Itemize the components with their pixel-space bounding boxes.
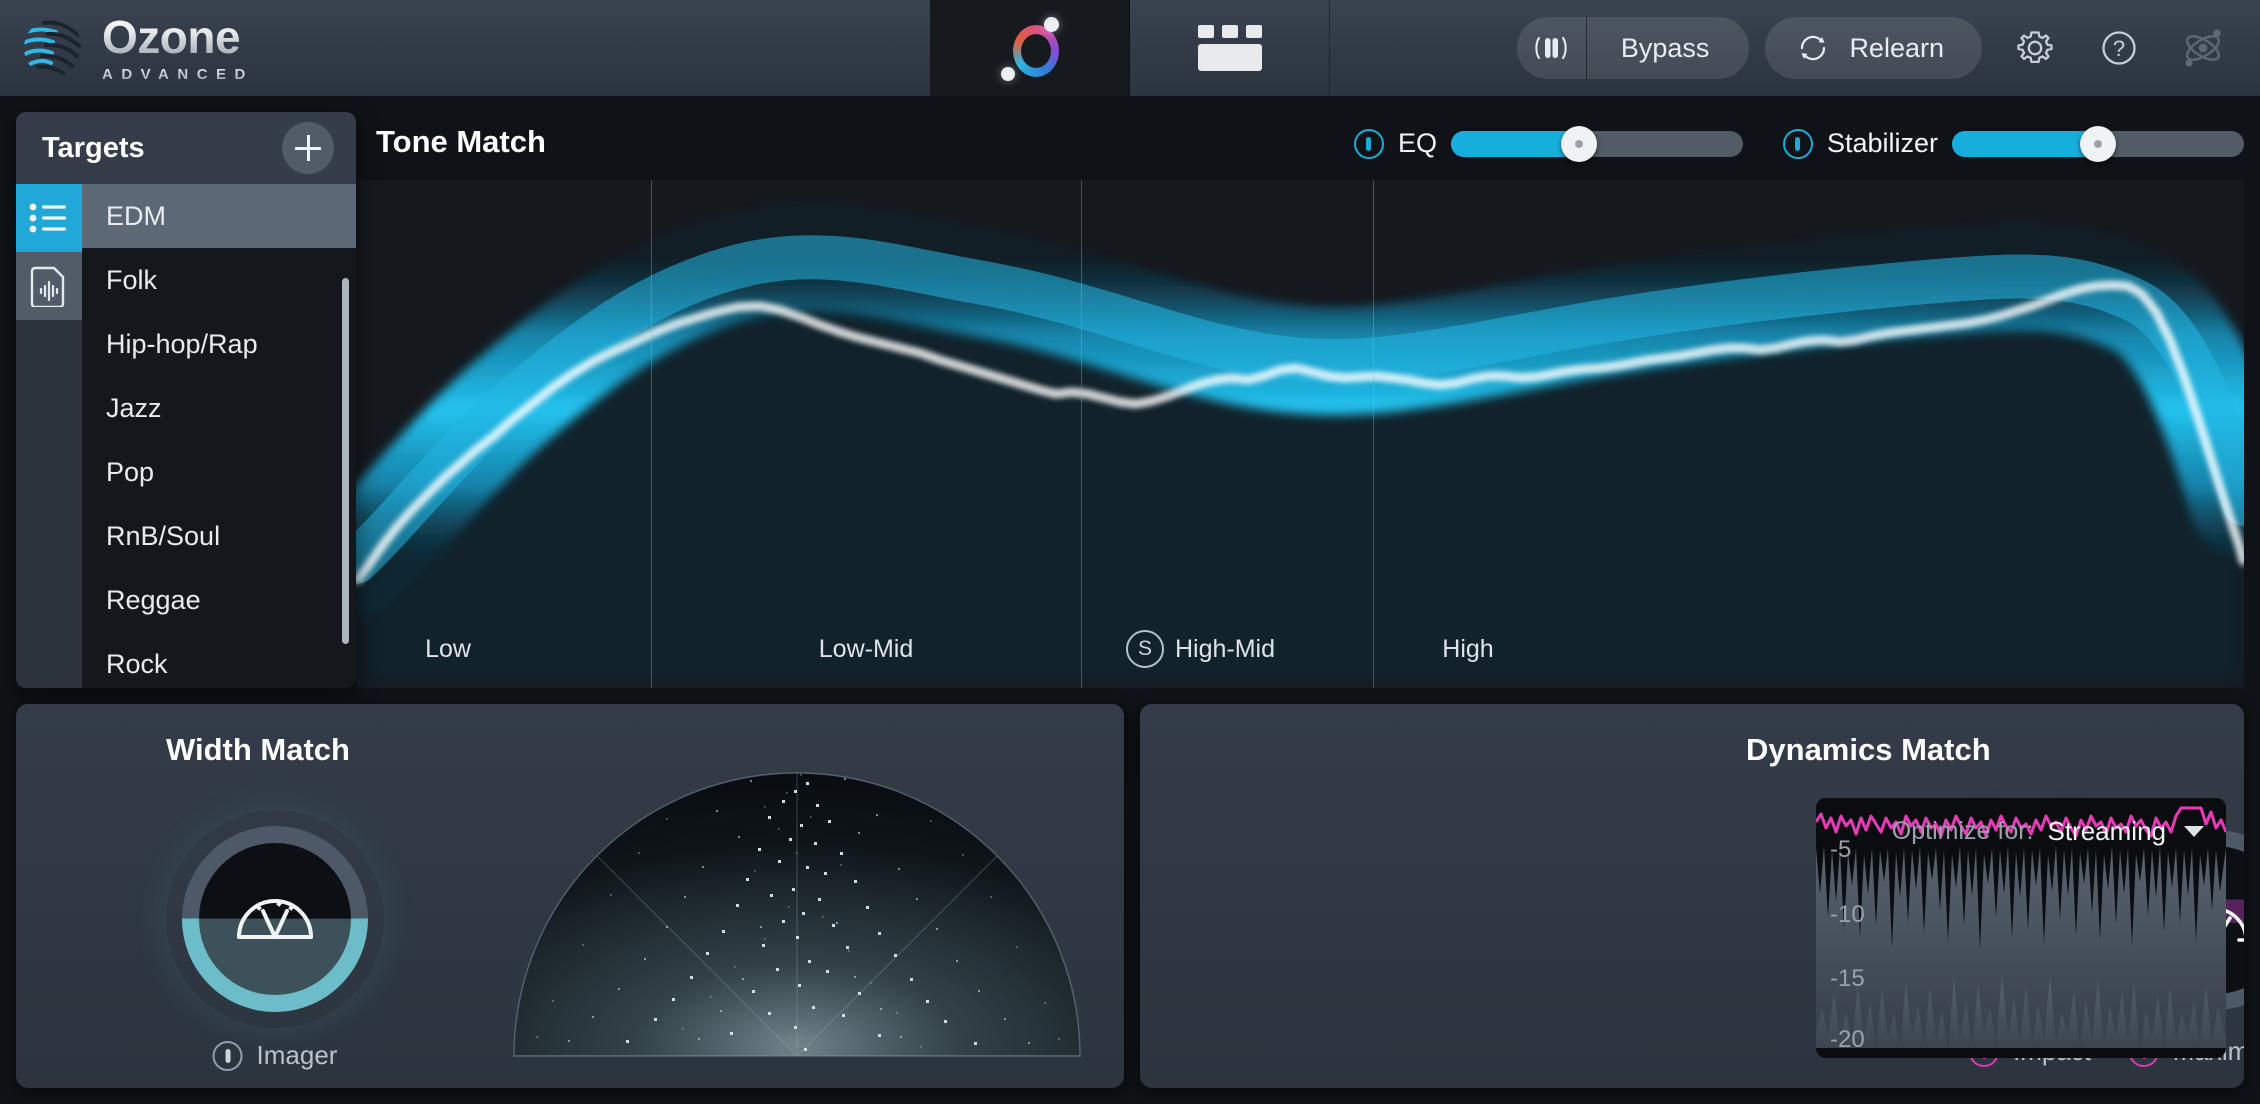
refresh-circular-icon xyxy=(1801,35,1826,61)
eq-slider-group: EQ xyxy=(1353,125,1743,162)
stabilizer-slider-group: Stabilizer xyxy=(1782,125,2244,162)
targets-sidebar: Targets EDM Folk Hip-hop/Rap Jazz Pop Rn… xyxy=(16,112,356,688)
tab-master-assistant[interactable] xyxy=(930,0,1130,96)
targets-title: Targets xyxy=(42,131,145,164)
eq-label: EQ xyxy=(1397,128,1437,158)
optimize-for-value[interactable]: Streaming xyxy=(2048,816,2167,847)
brand-logo: Ozone ADVANCED xyxy=(0,0,930,96)
imager-power-icon[interactable] xyxy=(212,1040,243,1071)
solo-button[interactable]: S xyxy=(1126,630,1164,668)
app-title: Ozone xyxy=(102,14,254,60)
loudness-tick--10: -10 xyxy=(1830,901,1865,928)
imager-arc-icon xyxy=(237,899,313,939)
targets-rail xyxy=(16,184,82,688)
band-divider-low[interactable] xyxy=(651,180,652,688)
eq-power-icon[interactable] xyxy=(1353,128,1384,159)
target-item-rnb-soul[interactable]: RnB/Soul xyxy=(82,504,356,568)
targets-scrollbar[interactable] xyxy=(342,278,349,644)
stabilizer-label: Stabilizer xyxy=(1826,128,1938,158)
ozone-sphere-logo-icon xyxy=(22,17,84,79)
gear-icon xyxy=(2017,31,2053,64)
target-item-edm[interactable]: EDM xyxy=(82,184,356,248)
tab-modules[interactable] xyxy=(1130,0,1330,96)
loudness-tick--15: -15 xyxy=(1830,965,1865,992)
help-button[interactable]: ? xyxy=(2088,17,2150,79)
optimize-for-row: Optimize for: Streaming xyxy=(1816,802,2226,860)
band-label-low: Low xyxy=(425,635,471,663)
relearn-button[interactable]: Relearn xyxy=(1765,17,1982,79)
bypass-toggle-button[interactable] xyxy=(1517,17,1587,79)
target-item-pop[interactable]: Pop xyxy=(82,440,356,504)
target-item-jazz[interactable]: Jazz xyxy=(82,376,356,440)
relearn-label: Relearn xyxy=(1849,32,1944,63)
target-list-icon xyxy=(29,203,66,233)
help-question-icon: ? xyxy=(2102,31,2136,65)
band-divider-lowmid[interactable] xyxy=(1081,180,1082,688)
tone-match-chart xyxy=(356,203,2244,688)
ozone-plugin-window: Ozone ADVANCED Bypass Relearn ? Low S Lo… xyxy=(0,0,2260,1104)
master-assistant-ring-icon xyxy=(997,15,1063,81)
tone-match-sliders: EQ Stabilizer xyxy=(1353,125,2244,162)
svg-text:?: ? xyxy=(2113,36,2125,61)
chevron-down-icon[interactable] xyxy=(2184,825,2204,837)
atom-orbit-icon xyxy=(2185,29,2221,67)
band-divider-highmid[interactable] xyxy=(1373,180,1374,688)
targets-list[interactable]: EDM Folk Hip-hop/Rap Jazz Pop RnB/Soul R… xyxy=(82,184,356,688)
vectorscope-chart xyxy=(513,772,1081,1057)
header-controls: Bypass Relearn ? xyxy=(1516,17,2260,79)
tone-match-title: Tone Match xyxy=(376,124,546,159)
bypass-faders-icon xyxy=(1535,37,1568,59)
imager-knob-label-group: Imager xyxy=(212,1040,338,1071)
eq-slider[interactable] xyxy=(1450,125,1743,162)
target-item-reggae[interactable]: Reggae xyxy=(82,568,356,632)
modules-grid-icon xyxy=(1198,25,1262,71)
target-item-rock[interactable]: Rock xyxy=(82,632,356,688)
audio-file-icon xyxy=(30,266,65,307)
settings-button[interactable] xyxy=(2004,17,2066,79)
stabilizer-slider[interactable] xyxy=(1952,125,2244,162)
dynamics-match-panel: Dynamics Match Impact xyxy=(1140,704,2244,1088)
rail-audio-file-button[interactable] xyxy=(16,252,82,320)
target-item-folk[interactable]: Folk xyxy=(82,248,356,312)
bypass-label[interactable]: Bypass xyxy=(1587,17,1750,79)
izotope-atom-button[interactable] xyxy=(2172,17,2234,79)
band-label-highmid: High-Mid xyxy=(1174,635,1276,663)
band-label-high: High xyxy=(1442,635,1494,663)
optimize-for-label: Optimize for: xyxy=(1891,816,2034,845)
stabilizer-power-icon[interactable] xyxy=(1782,128,1813,159)
app-header: Ozone ADVANCED Bypass Relearn ? xyxy=(0,0,2260,96)
loudness-tick--20: -20 xyxy=(1830,1026,1865,1053)
dynamics-match-title: Dynamics Match xyxy=(1746,732,1991,767)
target-item-hiphop-rap[interactable]: Hip-hop/Rap xyxy=(82,312,356,376)
width-match-panel: Width Match Imager xyxy=(16,704,1124,1088)
app-edition: ADVANCED xyxy=(102,65,254,83)
targets-header: Targets xyxy=(16,112,356,184)
targets-body: EDM Folk Hip-hop/Rap Jazz Pop RnB/Soul R… xyxy=(16,184,356,688)
bypass-group: Bypass xyxy=(1516,17,1750,79)
rail-target-list-button[interactable] xyxy=(16,184,82,252)
imager-label: Imager xyxy=(256,1040,338,1070)
band-label-lowmid: Low-Mid xyxy=(818,635,914,663)
imager-knob[interactable] xyxy=(182,826,368,1012)
add-target-button[interactable] xyxy=(282,122,334,174)
tone-match-spectrum[interactable]: Low S Low-Mid High-Mid High xyxy=(356,180,2244,688)
stereo-vectorscope xyxy=(506,720,1088,1064)
header-tabs xyxy=(930,0,1330,96)
